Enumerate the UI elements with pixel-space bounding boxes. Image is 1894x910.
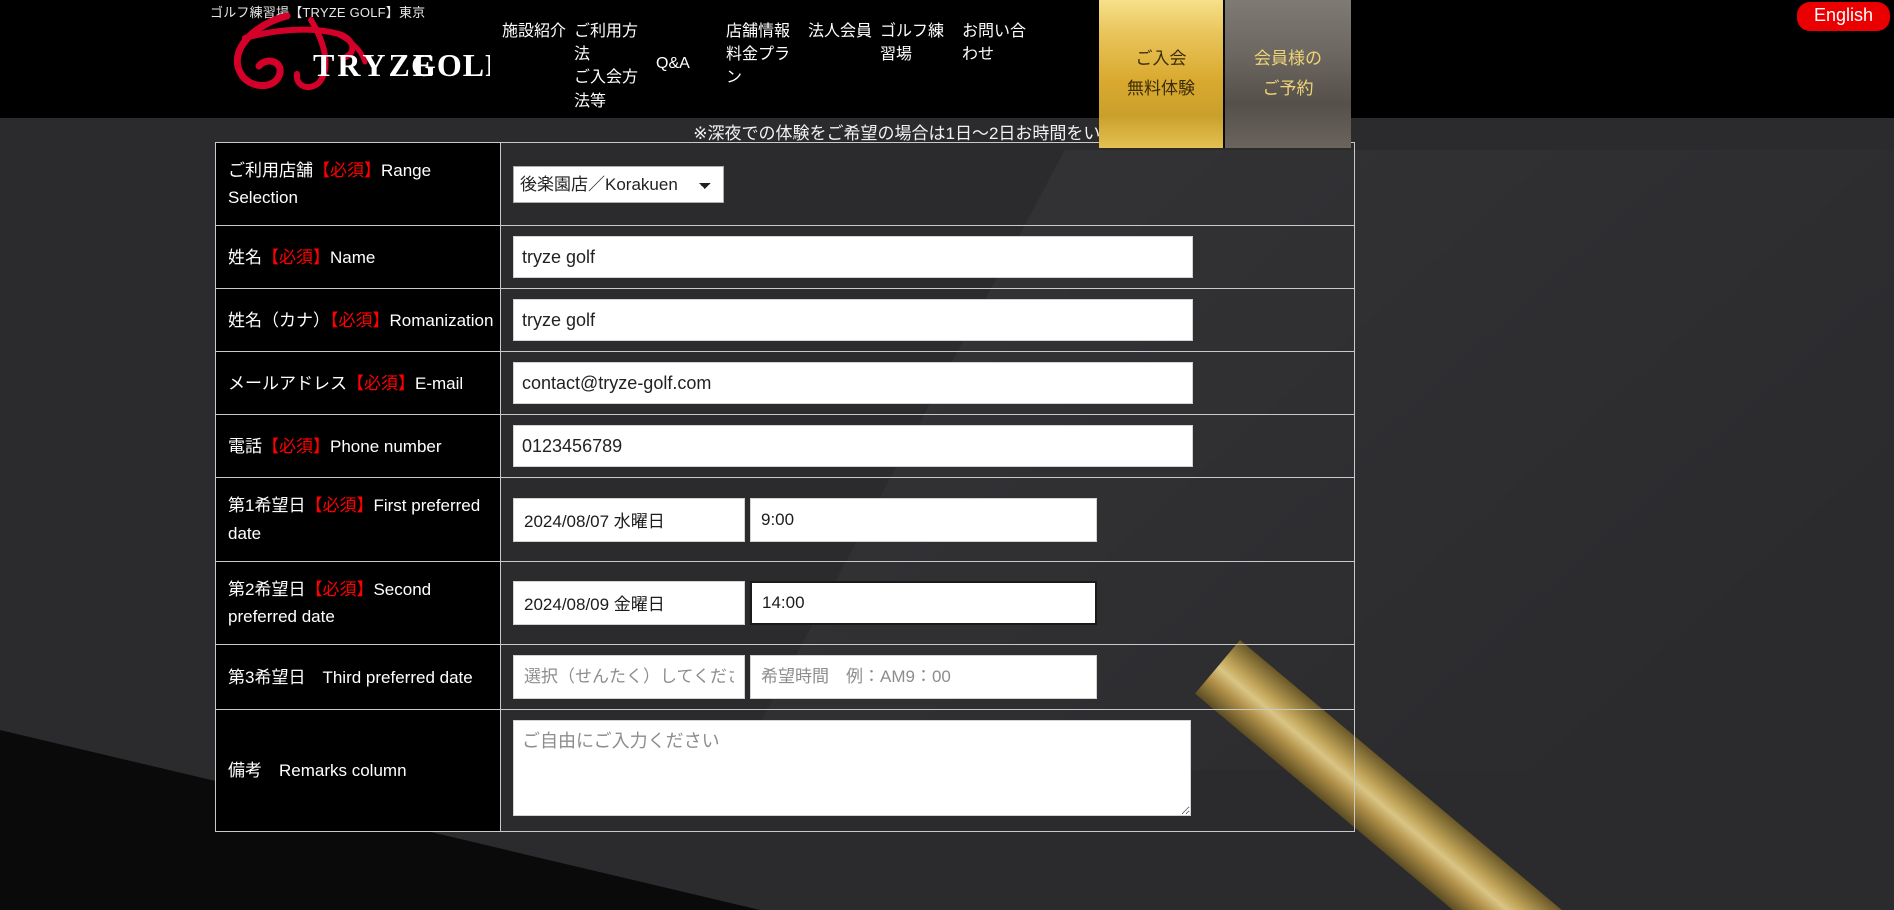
- header-cta-group: ご入会 無料体験 会員様の ご予約: [1099, 0, 1351, 148]
- romanization-input[interactable]: [513, 299, 1193, 342]
- late-night-notice: ※深夜での体験をご希望の場合は1日〜2日お時間をいただきます。: [693, 124, 1201, 143]
- row-label-range-selection: ご利用店舗【必須】Range Selection: [215, 141, 501, 227]
- row-field-name: [500, 225, 1355, 290]
- row-field-email: [500, 351, 1355, 416]
- logo-golf-word: GOLF: [411, 47, 490, 83]
- label-ja: 姓名（カナ）: [228, 310, 330, 330]
- range-selection-select[interactable]: 後楽園店／Korakuen: [513, 165, 724, 203]
- cta-free-trial-button[interactable]: ご入会 無料体験: [1099, 0, 1225, 148]
- row-field-phone: [500, 414, 1355, 479]
- required-marker: 【必須】: [330, 310, 390, 330]
- row-field-remarks: [500, 709, 1355, 833]
- cta-member-reservation-button[interactable]: 会員様の ご予約: [1225, 0, 1351, 148]
- nav-item-store-info[interactable]: 店舗情報 料金プラン: [722, 20, 804, 90]
- row-field-first-preferred-date: [500, 477, 1355, 562]
- first-preferred-date-input[interactable]: [513, 497, 745, 542]
- table-row: ご利用店舗【必須】Range Selection 後楽園店／Korakuen: [215, 141, 1355, 227]
- name-input[interactable]: [513, 236, 1193, 279]
- row-field-third-preferred-date: [500, 644, 1355, 711]
- label-en: E-mail: [415, 373, 464, 393]
- label-ja: 電話: [228, 436, 262, 456]
- label-en: Third preferred date: [305, 667, 473, 687]
- required-marker: 【必須】: [305, 579, 374, 599]
- row-label-third-preferred-date: 第3希望日 Third preferred date: [215, 644, 501, 711]
- label-en: Remarks column: [262, 761, 407, 781]
- site-logo[interactable]: TRYZE GOLF: [215, 4, 490, 94]
- english-language-button[interactable]: English: [1796, 2, 1890, 31]
- reservation-form-table: ご利用店舗【必須】Range Selection 後楽園店／Korakuen 姓…: [215, 141, 1355, 833]
- label-ja: 備考: [228, 761, 262, 781]
- nav-item-contact[interactable]: お問い合わせ: [958, 20, 1040, 66]
- required-marker: 【必須】: [347, 373, 415, 393]
- table-row: 第3希望日 Third preferred date: [215, 644, 1355, 711]
- third-preferred-time-input[interactable]: [750, 655, 1097, 700]
- table-row: 第2希望日【必須】Second preferred date: [215, 560, 1355, 646]
- nav-item-driving-range[interactable]: ゴルフ練習場: [876, 20, 958, 66]
- label-ja: 第3希望日: [228, 667, 306, 687]
- second-preferred-date-input[interactable]: [513, 580, 745, 625]
- row-field-second-preferred-date: [500, 560, 1355, 646]
- row-label-romanization: 姓名（カナ）【必須】Romanization: [215, 288, 501, 353]
- first-preferred-time-input[interactable]: [750, 497, 1097, 542]
- reservation-form: ご利用店舗【必須】Range Selection 後楽園店／Korakuen 姓…: [215, 141, 1355, 833]
- required-marker: 【必須】: [262, 247, 330, 267]
- table-row: 電話【必須】Phone number: [215, 414, 1355, 479]
- label-ja: ご利用店舗: [228, 161, 313, 180]
- row-label-second-preferred-date: 第2希望日【必須】Second preferred date: [215, 560, 501, 646]
- nav-item-corporate[interactable]: 法人会員: [804, 20, 876, 43]
- row-field-romanization: [500, 288, 1355, 353]
- email-input[interactable]: [513, 362, 1193, 405]
- table-row: 備考 Remarks column: [215, 709, 1355, 833]
- nav-item-qa[interactable]: Q&A: [652, 20, 722, 75]
- row-label-first-preferred-date: 第1希望日【必須】First preferred date: [215, 477, 501, 562]
- label-en: Romanization: [389, 310, 494, 330]
- table-row: メールアドレス【必須】E-mail: [215, 351, 1355, 416]
- phone-input[interactable]: [513, 425, 1193, 468]
- label-ja: メールアドレス: [228, 373, 347, 393]
- label-en: Name: [330, 247, 376, 267]
- remarks-textarea[interactable]: [513, 720, 1191, 817]
- row-label-phone: 電話【必須】Phone number: [215, 414, 501, 479]
- label-ja: 第2希望日: [228, 579, 306, 599]
- row-field-range-selection: 後楽園店／Korakuen: [500, 141, 1355, 227]
- table-row: 第1希望日【必須】First preferred date: [215, 477, 1355, 562]
- row-label-name: 姓名【必須】Name: [215, 225, 501, 290]
- label-en: Phone number: [330, 436, 442, 456]
- site-header: ゴルフ練習場【TRYZE GOLF】東京 TRYZE GOLF 施設紹介 ご利用…: [0, 0, 1894, 148]
- row-label-email: メールアドレス【必須】E-mail: [215, 351, 501, 416]
- table-row: 姓名【必須】Name: [215, 225, 1355, 290]
- second-preferred-time-input[interactable]: [750, 580, 1097, 625]
- nav-item-how-to-use[interactable]: ご利用方法 ご入会方法等: [570, 20, 652, 113]
- table-row: 姓名（カナ）【必須】Romanization: [215, 288, 1355, 353]
- nav-item-facilities[interactable]: 施設紹介: [498, 20, 570, 43]
- label-ja: 姓名: [228, 247, 262, 267]
- required-marker: 【必須】: [305, 496, 374, 516]
- third-preferred-date-input[interactable]: [513, 655, 745, 700]
- main-navigation: 施設紹介 ご利用方法 ご入会方法等 Q&A 店舗情報 料金プラン 法人会員 ゴルフ練…: [498, 20, 1040, 113]
- required-marker: 【必須】: [313, 161, 381, 180]
- label-ja: 第1希望日: [228, 496, 306, 516]
- required-marker: 【必須】: [262, 436, 330, 456]
- row-label-remarks: 備考 Remarks column: [215, 709, 501, 833]
